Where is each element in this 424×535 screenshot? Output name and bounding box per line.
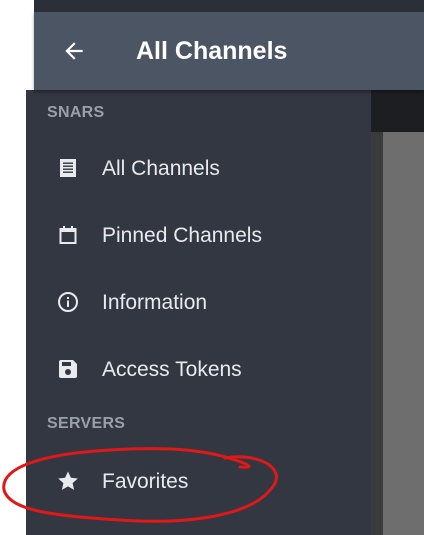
calendar-icon bbox=[59, 226, 77, 244]
page-title: All Channels bbox=[136, 37, 288, 65]
drawer-item-label: Information bbox=[102, 291, 208, 314]
drawer-item-label: All Channels bbox=[102, 157, 220, 180]
drawer-item-information[interactable]: Information bbox=[26, 272, 371, 332]
drawer-item-favorites[interactable]: Favorites bbox=[26, 451, 371, 511]
drawer-shadow bbox=[371, 132, 383, 535]
star-icon bbox=[58, 471, 78, 490]
screen: All Channels SNARS All Channels Pinned C bbox=[0, 0, 424, 535]
drawer-item-pinned-channels[interactable]: Pinned Channels bbox=[26, 205, 371, 265]
info-icon bbox=[58, 292, 78, 312]
status-bar bbox=[34, 0, 424, 12]
drawer-item-all-channels[interactable]: All Channels bbox=[26, 138, 371, 198]
navigation-drawer: SNARS All Channels Pinned Channels Infor… bbox=[26, 90, 371, 535]
back-button[interactable] bbox=[56, 33, 92, 69]
arrow-left-icon bbox=[65, 42, 83, 60]
section-header-snars: SNARS bbox=[47, 104, 105, 121]
content-toolbar bbox=[371, 90, 424, 132]
drawer-item-access-tokens[interactable]: Access Tokens bbox=[26, 339, 371, 399]
list-icon bbox=[60, 159, 76, 177]
drawer-item-label: Pinned Channels bbox=[102, 224, 262, 247]
drawer-item-label: Access Tokens bbox=[102, 358, 242, 381]
app-bar: All Channels bbox=[34, 12, 424, 90]
drawer-item-label: Favorites bbox=[102, 470, 189, 493]
section-header-servers: SERVERS bbox=[47, 415, 126, 432]
save-icon bbox=[59, 360, 77, 378]
